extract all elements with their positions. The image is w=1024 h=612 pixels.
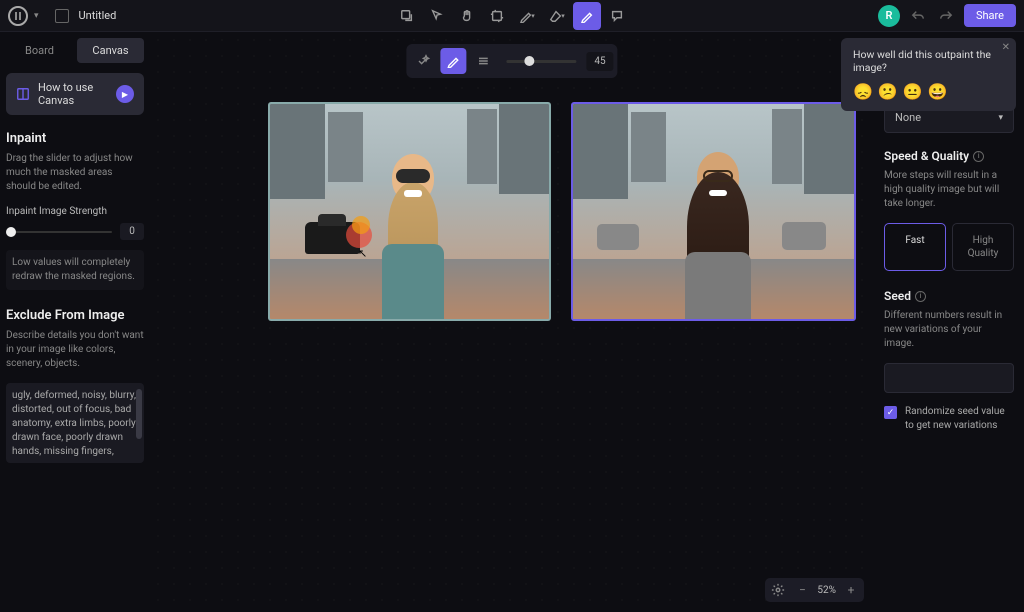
crop-tool[interactable] xyxy=(483,2,511,30)
canvas-image-2[interactable] xyxy=(571,102,856,321)
inpaint-heading: Inpaint xyxy=(6,131,144,146)
exclude-heading: Exclude From Image xyxy=(6,308,144,323)
randomize-label: Randomize seed value to get new variatio… xyxy=(905,405,1014,433)
fast-button[interactable]: Fast xyxy=(884,223,946,271)
exclude-textarea[interactable]: ugly, deformed, noisy, blurry, distorted… xyxy=(6,383,144,463)
tab-canvas[interactable]: Canvas xyxy=(77,38,144,63)
chevron-down-icon: ▾ xyxy=(998,113,1003,123)
seed-heading: Seed i xyxy=(884,289,1014,303)
how-to-label: How to use Canvas xyxy=(38,81,108,107)
avatar[interactable]: R xyxy=(878,5,900,27)
info-icon[interactable]: i xyxy=(915,291,926,302)
info-icon[interactable]: i xyxy=(973,151,984,162)
brush-size-slider[interactable] xyxy=(506,60,576,63)
play-icon: ▶ xyxy=(116,85,134,103)
high-quality-button[interactable]: High Quality xyxy=(952,223,1014,271)
brush-toolbar: 45 xyxy=(406,44,617,78)
strength-value[interactable]: 0 xyxy=(120,223,144,240)
emoji-sad[interactable]: 😞 xyxy=(853,82,873,101)
feedback-question: How well did this outpaint the image? xyxy=(853,48,1004,74)
how-to-use-button[interactable]: How to use Canvas ▶ xyxy=(6,73,144,115)
emoji-frown[interactable]: 😕 xyxy=(878,82,898,101)
exclude-description: Describe details you don't want in your … xyxy=(6,329,144,371)
strength-slider[interactable] xyxy=(6,231,112,233)
add-frame-tool[interactable] xyxy=(393,2,421,30)
document-title[interactable]: Untitled xyxy=(79,9,117,22)
brush-icon[interactable] xyxy=(440,48,466,74)
emoji-happy[interactable]: 😀 xyxy=(928,82,948,101)
magic-select-icon[interactable] xyxy=(410,48,436,74)
scrollbar[interactable] xyxy=(136,389,142,439)
strength-hint: Low values will completely redraw the ma… xyxy=(6,250,144,290)
randomize-checkbox[interactable]: ✓ xyxy=(884,406,897,419)
zoom-in-button[interactable]: + xyxy=(842,581,860,599)
strength-label: Inpaint Image Strength xyxy=(6,206,144,217)
lines-icon[interactable] xyxy=(470,48,496,74)
comment-tool[interactable] xyxy=(603,2,631,30)
app-logo[interactable] xyxy=(8,6,28,26)
speed-quality-heading: Speed & Quality i xyxy=(884,149,1014,163)
close-icon[interactable]: ✕ xyxy=(1002,42,1010,53)
seed-input[interactable] xyxy=(884,363,1014,393)
zoom-out-button[interactable]: − xyxy=(793,581,811,599)
feedback-popup: ✕ How well did this outpaint the image? … xyxy=(841,38,1016,111)
share-button[interactable]: Share xyxy=(964,4,1016,27)
brush-size-value[interactable]: 45 xyxy=(586,52,613,71)
seed-description: Different numbers result in new variatio… xyxy=(884,309,1014,351)
book-icon xyxy=(16,87,30,101)
mask-tool[interactable] xyxy=(573,2,601,30)
hand-tool[interactable] xyxy=(453,2,481,30)
zoom-value[interactable]: 52% xyxy=(817,585,836,596)
redo-button[interactable] xyxy=(936,6,956,26)
chevron-down-icon[interactable]: ▾ xyxy=(34,11,39,21)
inpaint-description: Drag the slider to adjust how much the m… xyxy=(6,152,144,194)
settings-icon[interactable] xyxy=(769,581,787,599)
canvas-image-1[interactable]: ↖ xyxy=(268,102,551,321)
tab-board[interactable]: Board xyxy=(6,38,73,63)
panel-toggle-icon[interactable] xyxy=(55,9,69,23)
erase-tool[interactable]: ▾ xyxy=(543,2,571,30)
emoji-neutral[interactable]: 😐 xyxy=(903,82,923,101)
undo-button[interactable] xyxy=(908,6,928,26)
speed-quality-description: More steps will result in a high quality… xyxy=(884,169,1014,211)
draw-tool[interactable]: ▾ xyxy=(513,2,541,30)
pointer-tool[interactable] xyxy=(423,2,451,30)
